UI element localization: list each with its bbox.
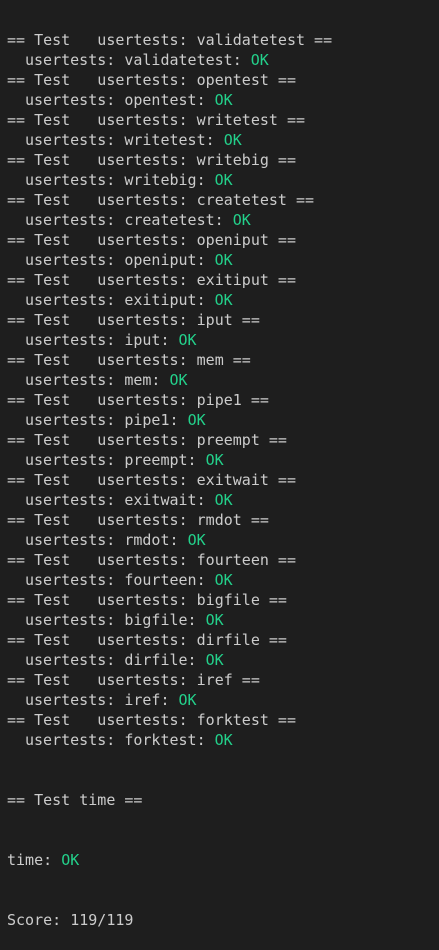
test-result-label: usertests: fourteen: [25,571,215,589]
test-status-ok: OK [205,651,224,669]
test-result-label: usertests: validatetest: [25,51,251,69]
test-status-ok: OK [214,91,233,109]
test-result: usertests: dirfile: OK [7,650,439,670]
test-result: usertests: createtest: OK [7,210,439,230]
test-result: usertests: preempt: OK [7,450,439,470]
test-result: usertests: openiput: OK [7,250,439,270]
test-header: == Test usertests: writebig == [7,151,296,169]
test-result-label: usertests: dirfile: [25,651,206,669]
test-result: usertests: bigfile: OK [7,610,439,630]
test-result-label: usertests: mem: [25,371,170,389]
test-result-label: usertests: opentest: [25,91,215,109]
test-result-label: usertests: exitiput: [25,291,215,309]
time-status-ok: OK [61,851,80,869]
test-header: == Test usertests: iput == [7,311,260,329]
test-result-label: usertests: pipe1: [25,411,188,429]
test-result: usertests: writetest: OK [7,130,439,150]
test-result-label: usertests: exitwait: [25,491,215,509]
test-status-ok: OK [169,371,188,389]
test-result: usertests: pipe1: OK [7,410,439,430]
test-result-label: usertests: preempt: [25,451,206,469]
test-result-label: usertests: iref: [25,691,179,709]
test-status-ok: OK [178,691,197,709]
test-status-ok: OK [214,571,233,589]
score-line: Score: 119/119 [7,911,134,929]
test-header: == Test usertests: opentest == [7,71,296,89]
test-header: == Test usertests: forktest == [7,711,296,729]
test-header: == Test usertests: validatetest == [7,31,333,49]
test-status-ok: OK [214,251,233,269]
test-results-list: == Test usertests: validatetest == userte… [7,30,439,750]
test-result: usertests: rmdot: OK [7,530,439,550]
test-status-ok: OK [178,331,197,349]
test-status-ok: OK [223,131,242,149]
test-status-ok: OK [205,611,224,629]
test-status-ok: OK [205,451,224,469]
test-status-ok: OK [250,51,269,69]
test-result: usertests: opentest: OK [7,90,439,110]
test-header: == Test usertests: mem == [7,351,251,369]
test-status-ok: OK [214,731,233,749]
time-test-header: == Test time == [7,791,143,809]
test-result-label: usertests: writebig: [25,171,215,189]
test-result: usertests: iput: OK [7,330,439,350]
test-result: usertests: fourteen: OK [7,570,439,590]
test-header: == Test usertests: iref == [7,671,260,689]
test-header: == Test usertests: createtest == [7,191,315,209]
test-header: == Test usertests: exitwait == [7,471,296,489]
test-result-label: usertests: iput: [25,331,179,349]
test-result-label: usertests: rmdot: [25,531,188,549]
test-status-ok: OK [187,531,206,549]
test-header: == Test usertests: rmdot == [7,511,269,529]
test-header: == Test usertests: pipe1 == [7,391,269,409]
test-result: usertests: writebig: OK [7,170,439,190]
test-status-ok: OK [214,291,233,309]
test-result-label: usertests: openiput: [25,251,215,269]
test-header: == Test usertests: openiput == [7,231,296,249]
test-header: == Test usertests: bigfile == [7,591,287,609]
test-status-ok: OK [214,491,233,509]
test-header: == Test usertests: exitiput == [7,271,296,289]
terminal-output[interactable]: == Test usertests: validatetest == userte… [0,0,439,929]
test-result: usertests: exitiput: OK [7,290,439,310]
test-result: usertests: iref: OK [7,690,439,710]
test-status-ok: OK [187,411,206,429]
test-result-label: usertests: forktest: [25,731,215,749]
test-result: usertests: validatetest: OK [7,50,439,70]
test-result: usertests: exitwait: OK [7,490,439,510]
time-test-result: time: OK [7,850,439,870]
test-result: usertests: forktest: OK [7,730,439,750]
test-result: usertests: mem: OK [7,370,439,390]
test-status-ok: OK [214,171,233,189]
test-header: == Test usertests: dirfile == [7,631,287,649]
test-header: == Test usertests: fourteen == [7,551,296,569]
test-status-ok: OK [232,211,251,229]
test-header: == Test usertests: writetest == [7,111,306,129]
test-result-label: usertests: bigfile: [25,611,206,629]
test-header: == Test usertests: preempt == [7,431,287,449]
test-result-label: usertests: createtest: [25,211,233,229]
time-label: time: [7,851,62,869]
test-result-label: usertests: writetest: [25,131,224,149]
